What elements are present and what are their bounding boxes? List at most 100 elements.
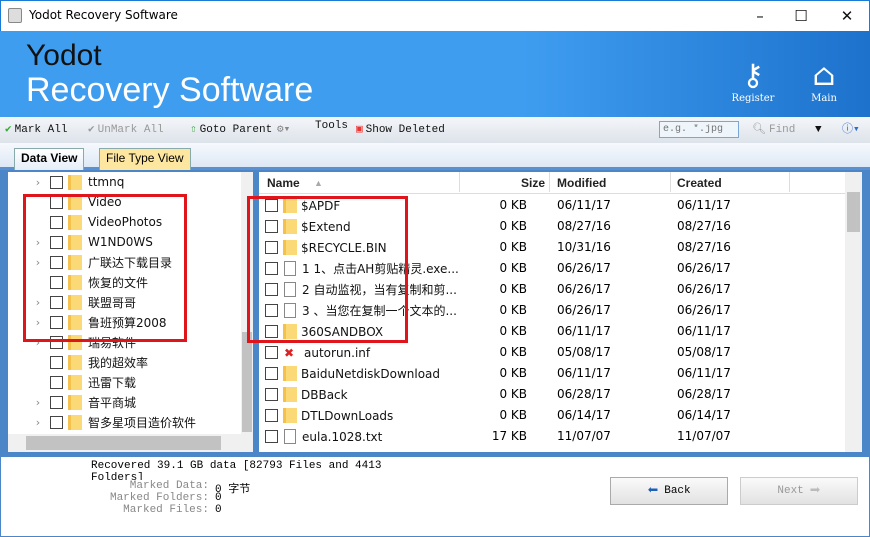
column-modified[interactable]: Modified [557, 176, 606, 190]
file-size: 0 KB [499, 219, 527, 233]
marked-folders-value: 0 [215, 492, 222, 504]
highlight-box-tree [23, 194, 187, 342]
checkbox[interactable] [50, 375, 63, 389]
tree-item-label: 我的超效率 [88, 355, 149, 370]
check-icon: ✔ [5, 124, 12, 136]
settings-gear-icon[interactable]: ⚙▾ [277, 121, 290, 139]
folder-icon [283, 387, 297, 402]
home-icon: ⌂ [812, 58, 836, 93]
close-button[interactable]: ✕ [827, 5, 867, 27]
column-size[interactable]: Size [521, 176, 545, 190]
tree-item[interactable]: › 智多星项目造价软件 [8, 412, 196, 432]
expand-chevron-icon[interactable]: › [32, 176, 44, 189]
tab-file-type-view[interactable]: File Type View [99, 148, 191, 170]
folder-icon [68, 354, 82, 370]
maximize-button[interactable]: ☐ [781, 5, 821, 27]
file-name: BaiduNetdiskDownload [301, 366, 441, 381]
deleted-folder-icon: ▣ [356, 124, 363, 136]
file-size: 0 KB [499, 408, 527, 422]
dropdown-arrow-icon[interactable]: ▼ [815, 121, 822, 139]
tree-item-label: ttmnq [88, 175, 125, 189]
find-button[interactable]: 🔍︎ Find [752, 121, 795, 139]
show-deleted-button[interactable]: ▣ Show Deleted [356, 121, 445, 139]
next-button[interactable]: Next ➡ [740, 477, 858, 505]
file-size: 0 KB [499, 282, 527, 296]
file-created: 06/11/17 [677, 324, 731, 338]
checkbox[interactable] [265, 388, 278, 401]
column-name[interactable]: Name [267, 176, 300, 190]
table-row[interactable]: DBBack 0 KB 06/28/17 06/28/17 [259, 384, 845, 405]
search-input[interactable] [659, 121, 739, 138]
sort-asc-icon: ▲ [314, 178, 323, 188]
file-created: 06/26/17 [677, 303, 731, 317]
list-vertical-scrollbar[interactable] [845, 172, 862, 452]
file-name: DTLDownLoads [301, 408, 394, 423]
tree-item[interactable]: 我的超效率 [8, 352, 148, 372]
file-modified: 06/28/17 [557, 387, 611, 401]
column-created[interactable]: Created [677, 176, 722, 190]
file-created: 06/11/17 [677, 366, 731, 380]
tree-item-label: 智多星项目造价软件 [88, 415, 197, 430]
file-modified: 08/27/16 [557, 219, 611, 233]
checkbox[interactable] [265, 346, 278, 359]
header-banner: Yodot Recovery Software ⚷ Register ⌂ Main [0, 31, 870, 117]
marked-data-label: Marked Data: [129, 480, 209, 492]
deleted-file-icon: ✖ [284, 345, 295, 360]
file-modified: 06/26/17 [557, 282, 611, 296]
file-created: 06/11/17 [677, 198, 731, 212]
checkbox[interactable] [50, 355, 63, 369]
file-modified: 06/26/17 [557, 303, 611, 317]
marked-folders-label: Marked Folders: [109, 492, 209, 504]
register-button[interactable]: ⚷ Register [723, 59, 783, 105]
brand-logo-bottom: Recovery Software [26, 71, 314, 109]
table-row[interactable]: BaiduNetdiskDownload 0 KB 06/11/17 06/11… [259, 363, 845, 384]
mark-all-button[interactable]: ✔ Mark All [5, 121, 67, 139]
file-modified: 06/14/17 [557, 408, 611, 422]
title-bar: Yodot Recovery Software – ☐ ✕ [0, 0, 870, 31]
tree-item[interactable]: › 音平商城 [8, 392, 136, 412]
checkbox[interactable] [265, 409, 278, 422]
table-row[interactable]: ✖ autorun.inf 0 KB 05/08/17 05/08/17 [259, 342, 845, 363]
tree-horizontal-scrollbar[interactable] [8, 434, 253, 452]
file-created: 06/14/17 [677, 408, 731, 422]
file-modified: 05/08/17 [557, 345, 611, 359]
marked-files-value: 0 [215, 504, 222, 516]
checkbox[interactable] [50, 395, 63, 409]
checkbox[interactable] [265, 367, 278, 380]
minimize-button[interactable]: – [740, 5, 780, 27]
file-created: 06/26/17 [677, 261, 731, 275]
main-button[interactable]: ⌂ Main [794, 58, 854, 105]
expand-chevron-icon[interactable]: › [32, 416, 44, 429]
table-row[interactable]: eula.1028.txt 17 KB 11/07/07 11/07/07 [259, 426, 845, 447]
checkbox[interactable] [265, 430, 278, 443]
tab-data-view[interactable]: Data View [14, 148, 85, 170]
tools-menu[interactable]: Tools [315, 117, 348, 135]
file-name: eula.1028.txt [302, 429, 383, 444]
file-created: 08/27/16 [677, 219, 731, 233]
toolbar: ✔ Mark All ✔ UnMark All ⇧ Goto Parent ⚙▾ To… [0, 117, 870, 143]
tree-item[interactable]: 迅雷下载 [8, 372, 136, 392]
show-deleted-label: Show Deleted [365, 124, 445, 136]
file-name: autorun.inf [304, 345, 371, 360]
checkbox[interactable] [50, 415, 63, 429]
checkbox[interactable] [50, 175, 63, 189]
tree-item[interactable]: › ttmnq [8, 172, 124, 192]
arrow-right-icon: ➡ [809, 482, 821, 502]
brand-logo-top: Yodot [26, 39, 102, 72]
expand-chevron-icon[interactable]: › [32, 396, 44, 409]
register-label: Register [731, 93, 775, 104]
back-button[interactable]: ⬅ Back [610, 477, 728, 505]
file-name: DBBack [301, 387, 348, 402]
help-icon[interactable]: ⓘ▾ [842, 121, 860, 139]
goto-parent-button[interactable]: ⇧ Goto Parent [190, 121, 272, 139]
uncheck-icon: ✔ [88, 124, 95, 136]
table-row[interactable]: DTLDownLoads 0 KB 06/14/17 06/14/17 [259, 405, 845, 426]
app-icon [8, 8, 22, 23]
file-icon [284, 429, 296, 444]
file-modified: 10/31/16 [557, 240, 611, 254]
list-header: Name ▲ Size Modified Created [259, 172, 845, 194]
file-size: 0 KB [499, 345, 527, 359]
next-label: Next [777, 485, 804, 497]
unmark-all-button[interactable]: ✔ UnMark All [88, 121, 164, 139]
up-arrow-icon: ⇧ [190, 124, 197, 136]
